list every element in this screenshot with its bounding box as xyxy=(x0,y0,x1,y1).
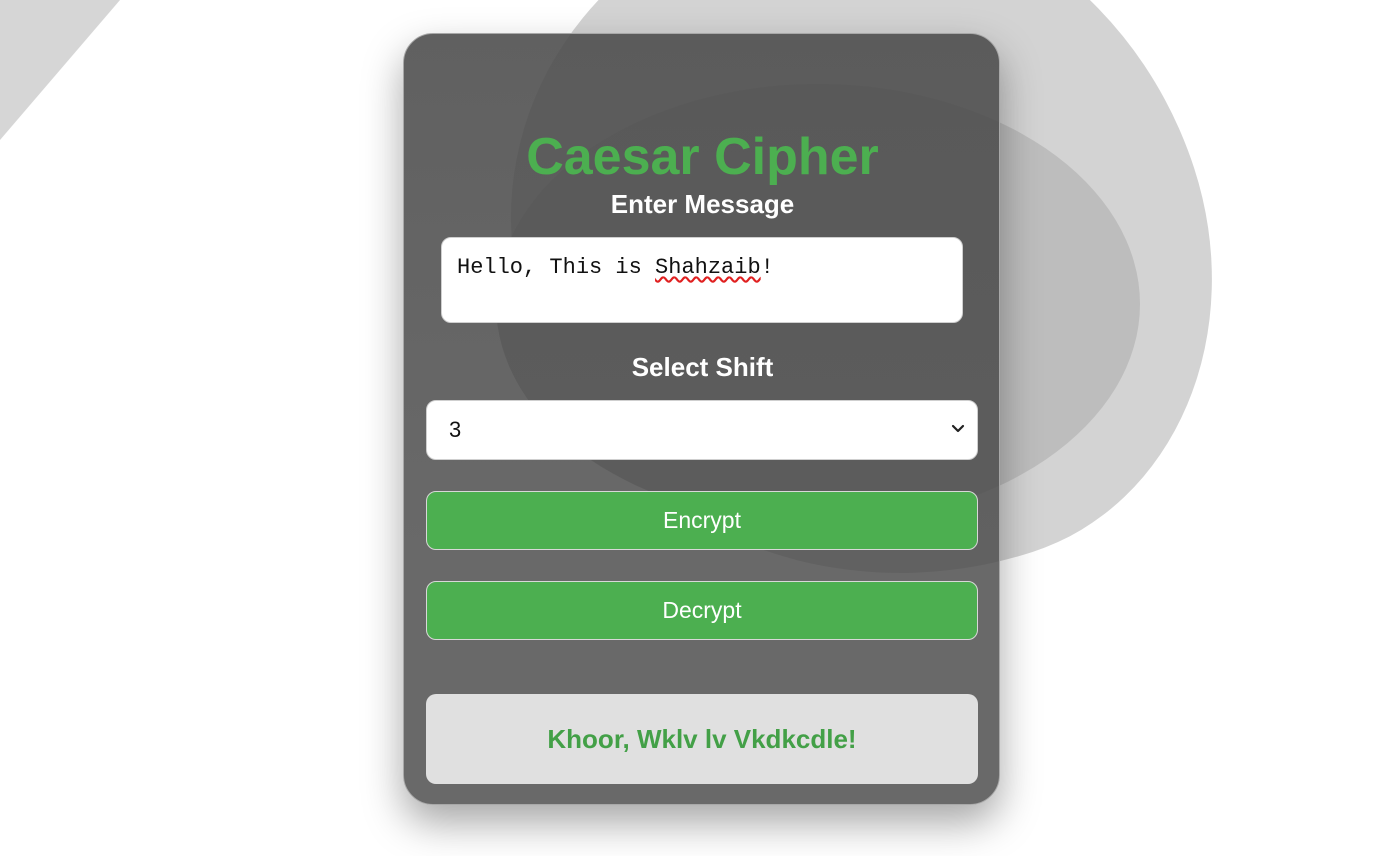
message-input[interactable]: Hello, This is Shahzaib! xyxy=(441,237,963,323)
message-text-misspelled: Shahzaib xyxy=(655,255,761,280)
result-output: Khoor, Wklv lv Vkdkcdle! xyxy=(426,694,978,784)
message-label: Enter Message xyxy=(610,189,795,219)
message-text-prefix: Hello, This is xyxy=(457,255,656,280)
chevron-down-icon xyxy=(951,424,965,433)
result-text: Khoor, Wklv lv Vkdkcdle! xyxy=(547,723,857,754)
encrypt-button[interactable]: Encrypt xyxy=(426,491,978,550)
page-background: Caesar Cipher Enter Message Hello, This … xyxy=(0,0,1381,856)
cipher-card: Caesar Cipher Enter Message Hello, This … xyxy=(403,33,1000,805)
shift-selected-value: 3 xyxy=(449,417,462,442)
page-title: Caesar Cipher xyxy=(526,128,879,186)
shift-label: Select Shift xyxy=(631,352,774,382)
shift-select[interactable]: 3 xyxy=(426,400,978,460)
message-text-suffix: ! xyxy=(760,255,774,280)
decrypt-button[interactable]: Decrypt xyxy=(426,581,978,640)
background-corner-shape xyxy=(0,0,120,140)
